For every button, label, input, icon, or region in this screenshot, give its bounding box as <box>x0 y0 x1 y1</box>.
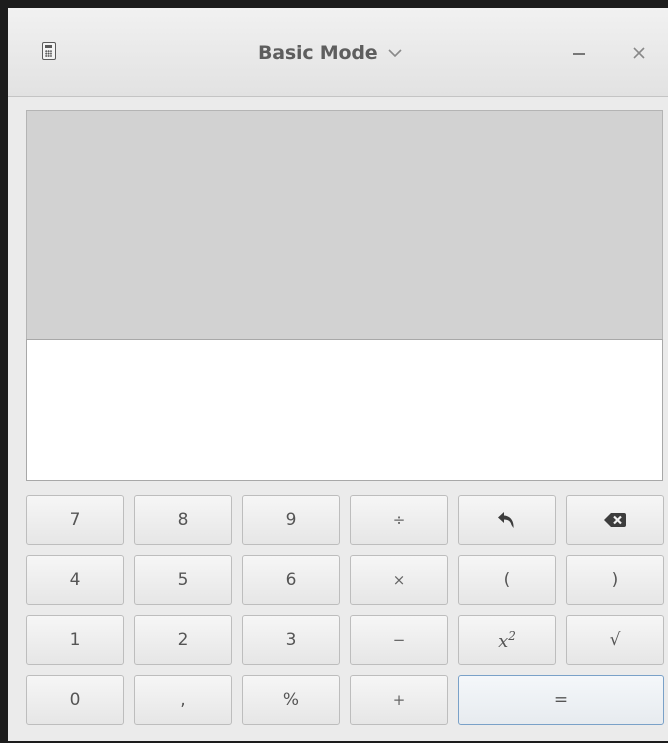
key-equals[interactable]: = <box>458 675 664 725</box>
key-sqrt[interactable]: √ <box>566 615 664 665</box>
minimize-icon[interactable] <box>568 44 590 62</box>
key-8[interactable]: 8 <box>134 495 232 545</box>
key-6[interactable]: 6 <box>242 555 340 605</box>
backspace-icon <box>604 513 626 527</box>
key-add[interactable]: + <box>350 675 448 725</box>
expression-entry[interactable] <box>26 339 663 481</box>
key-9[interactable]: 9 <box>242 495 340 545</box>
calculator-window: Basic Mode 7 8 9 ÷ 4 5 6 × () 1 2 3 − x… <box>8 8 668 741</box>
mode-switcher[interactable]: Basic Mode <box>258 38 403 68</box>
key-open-paren[interactable]: ( <box>458 555 556 605</box>
mode-title: Basic Mode <box>258 42 378 64</box>
key-5[interactable]: 5 <box>134 555 232 605</box>
calculator-icon <box>42 42 56 60</box>
key-close-paren[interactable]: ) <box>566 555 664 605</box>
history-view <box>26 110 663 340</box>
key-0[interactable]: 0 <box>26 675 124 725</box>
key-7[interactable]: 7 <box>26 495 124 545</box>
undo-icon <box>498 512 514 528</box>
key-subtract[interactable]: − <box>350 615 448 665</box>
key-3[interactable]: 3 <box>242 615 340 665</box>
key-2[interactable]: 2 <box>134 615 232 665</box>
backspace-button[interactable] <box>566 495 664 545</box>
key-square-label: x2 <box>498 628 516 652</box>
close-icon[interactable] <box>628 44 650 62</box>
key-decimal[interactable]: , <box>134 675 232 725</box>
key-percent[interactable]: % <box>242 675 340 725</box>
key-divide[interactable]: ÷ <box>350 495 448 545</box>
key-1[interactable]: 1 <box>26 615 124 665</box>
key-square[interactable]: x2 <box>458 615 556 665</box>
key-4[interactable]: 4 <box>26 555 124 605</box>
chevron-down-icon <box>388 49 403 58</box>
undo-button[interactable] <box>458 495 556 545</box>
title-bar: Basic Mode <box>8 8 668 97</box>
key-multiply[interactable]: × <box>350 555 448 605</box>
